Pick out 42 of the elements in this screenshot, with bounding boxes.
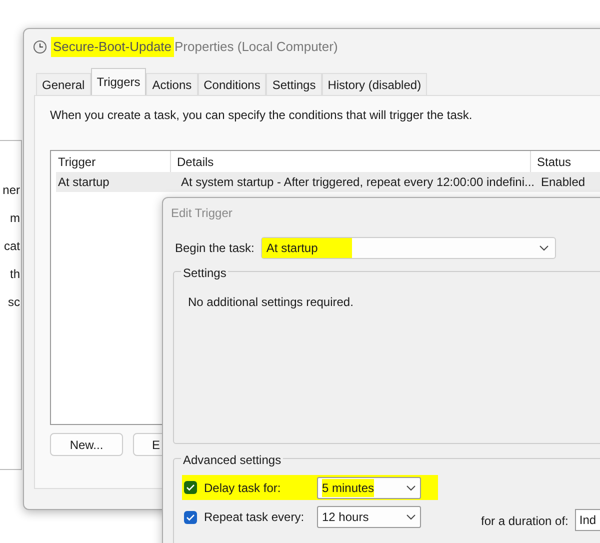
cut-off-text: cat xyxy=(4,238,21,255)
clock-icon xyxy=(33,40,47,54)
checkmark-icon xyxy=(186,484,195,492)
tab[interactable]: Actions xyxy=(146,73,198,95)
tab[interactable]: General xyxy=(36,73,91,95)
dialog-button[interactable]: New... xyxy=(50,433,123,456)
checkbox[interactable] xyxy=(184,481,197,494)
duration-dropdown[interactable]: Ind xyxy=(575,509,600,532)
settings-text: No additional settings required. xyxy=(188,295,354,310)
dropdown-value: 5 minutes xyxy=(322,478,374,497)
description-text: When you create a task, you can specify the conditions that will trigger the task. xyxy=(50,107,474,124)
dropdown-value: Ind xyxy=(579,512,596,530)
window-title-highlighted: Secure-Boot-Update xyxy=(51,37,174,57)
checkbox-label: Repeat task every: xyxy=(204,509,306,526)
window-title: Properties (Local Computer) xyxy=(174,38,338,56)
begin-task-dropdown[interactable]: At startup xyxy=(261,237,556,260)
dialog-title: Edit Trigger xyxy=(171,204,232,222)
begin-task-label: Begin the task: xyxy=(175,240,254,258)
interval-dropdown[interactable]: 5 minutes xyxy=(317,476,421,499)
dropdown-value: 12 hours xyxy=(322,509,369,526)
table-row[interactable]: At startup At system startup - After triggered, repeat every 12:00:00 indefini... Enabled xyxy=(56,172,600,192)
dropdown-value: At startup xyxy=(262,238,352,258)
duration-label: for a duration of: xyxy=(481,513,568,530)
tab[interactable]: Settings xyxy=(266,73,322,95)
tab[interactable]: Conditions xyxy=(198,73,266,95)
interval-dropdown[interactable]: 12 hours xyxy=(317,506,421,528)
tab[interactable]: Triggers xyxy=(90,68,146,95)
cut-off-text: ner xyxy=(2,182,21,199)
checkmark-icon xyxy=(186,514,195,521)
cut-off-text: m xyxy=(10,210,21,227)
checkbox[interactable] xyxy=(184,510,197,524)
checkbox-label: Delay task for: xyxy=(204,480,282,497)
tab[interactable]: History (disabled) xyxy=(322,73,428,95)
table-cell-text: Enabled xyxy=(540,174,586,191)
column-header[interactable]: Status xyxy=(531,151,600,172)
chevron-down-icon xyxy=(406,484,416,491)
table-cell-text: At system startup - After triggered, repeat every 12:00:00 indefini... xyxy=(180,174,535,191)
cut-off-text: sc xyxy=(8,294,21,311)
chevron-down-icon xyxy=(539,245,550,252)
chevron-down-icon xyxy=(406,514,416,520)
cut-off-text: th xyxy=(10,266,21,283)
table-cell-text: At startup xyxy=(57,174,110,191)
